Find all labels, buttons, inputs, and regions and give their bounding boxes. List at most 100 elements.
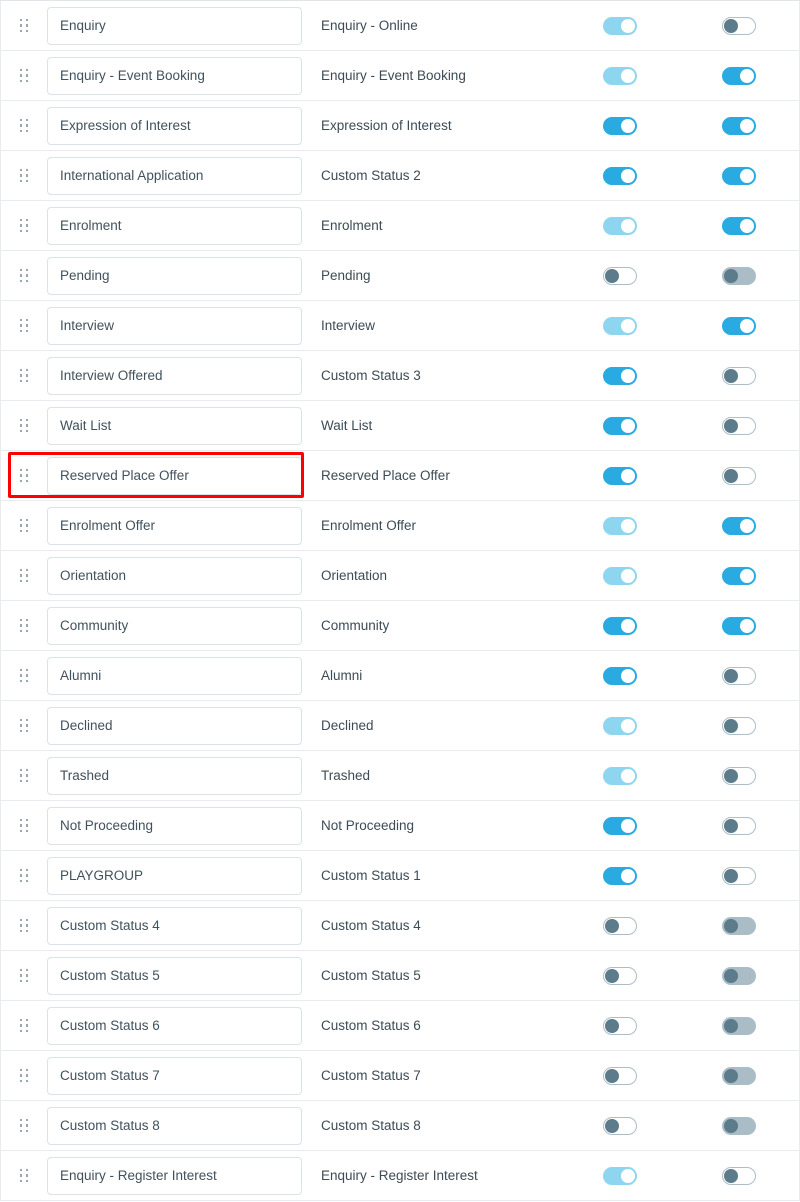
status-name-input[interactable] (47, 157, 302, 195)
drag-handle-icon[interactable] (20, 619, 29, 633)
drag-handle-cell[interactable] (1, 369, 47, 383)
status-name-input[interactable] (47, 357, 302, 395)
drag-handle-icon[interactable] (20, 469, 29, 483)
toggle-two-switch[interactable] (722, 317, 756, 335)
toggle-one-switch[interactable] (603, 467, 637, 485)
status-name-input[interactable] (47, 757, 302, 795)
toggle-two-switch[interactable] (722, 767, 756, 785)
drag-handle-icon[interactable] (20, 869, 29, 883)
toggle-two-switch[interactable] (722, 717, 756, 735)
drag-handle-icon[interactable] (20, 969, 29, 983)
drag-handle-icon[interactable] (20, 1169, 29, 1183)
toggle-one-switch[interactable] (603, 267, 637, 285)
status-name-input[interactable] (47, 207, 302, 245)
toggle-one-switch[interactable] (603, 867, 637, 885)
drag-handle-cell[interactable] (1, 569, 47, 583)
drag-handle-cell[interactable] (1, 469, 47, 483)
drag-handle-cell[interactable] (1, 619, 47, 633)
toggle-one-switch[interactable] (603, 117, 637, 135)
drag-handle-cell[interactable] (1, 419, 47, 433)
drag-handle-cell[interactable] (1, 769, 47, 783)
drag-handle-cell[interactable] (1, 1169, 47, 1183)
status-name-input[interactable] (47, 307, 302, 345)
toggle-one-switch[interactable] (603, 1117, 637, 1135)
drag-handle-icon[interactable] (20, 519, 29, 533)
status-name-input[interactable] (47, 1157, 302, 1195)
drag-handle-icon[interactable] (20, 919, 29, 933)
status-name-input[interactable] (47, 57, 302, 95)
drag-handle-icon[interactable] (20, 119, 29, 133)
status-name-input[interactable] (47, 1107, 302, 1145)
toggle-one-switch[interactable] (603, 917, 637, 935)
drag-handle-cell[interactable] (1, 1019, 47, 1033)
drag-handle-icon[interactable] (20, 569, 29, 583)
drag-handle-icon[interactable] (20, 1119, 29, 1133)
drag-handle-cell[interactable] (1, 869, 47, 883)
toggle-one-switch[interactable] (603, 367, 637, 385)
drag-handle-icon[interactable] (20, 1019, 29, 1033)
drag-handle-icon[interactable] (20, 419, 29, 433)
toggle-two-switch[interactable] (722, 667, 756, 685)
drag-handle-cell[interactable] (1, 69, 47, 83)
drag-handle-icon[interactable] (20, 669, 29, 683)
toggle-two-switch[interactable] (722, 567, 756, 585)
toggle-one-switch[interactable] (603, 617, 637, 635)
status-name-input[interactable] (47, 1057, 302, 1095)
status-name-input[interactable] (47, 807, 302, 845)
drag-handle-icon[interactable] (20, 19, 29, 33)
toggle-one-switch[interactable] (603, 417, 637, 435)
drag-handle-icon[interactable] (20, 769, 29, 783)
status-name-input[interactable] (47, 457, 302, 495)
status-name-input[interactable] (47, 507, 302, 545)
toggle-one-switch[interactable] (603, 1067, 637, 1085)
toggle-two-switch[interactable] (722, 167, 756, 185)
status-name-input[interactable] (47, 657, 302, 695)
drag-handle-cell[interactable] (1, 19, 47, 33)
drag-handle-icon[interactable] (20, 319, 29, 333)
drag-handle-icon[interactable] (20, 219, 29, 233)
toggle-one-switch[interactable] (603, 817, 637, 835)
status-name-input[interactable] (47, 407, 302, 445)
toggle-two-switch[interactable] (722, 17, 756, 35)
drag-handle-cell[interactable] (1, 1069, 47, 1083)
toggle-two-switch[interactable] (722, 117, 756, 135)
toggle-two-switch[interactable] (722, 67, 756, 85)
drag-handle-icon[interactable] (20, 169, 29, 183)
status-name-input[interactable] (47, 607, 302, 645)
status-name-input[interactable] (47, 107, 302, 145)
toggle-one-switch[interactable] (603, 167, 637, 185)
drag-handle-icon[interactable] (20, 369, 29, 383)
drag-handle-icon[interactable] (20, 69, 29, 83)
status-name-input[interactable] (47, 957, 302, 995)
toggle-two-switch[interactable] (722, 367, 756, 385)
status-name-input[interactable] (47, 7, 302, 45)
toggle-two-switch[interactable] (722, 417, 756, 435)
drag-handle-cell[interactable] (1, 169, 47, 183)
drag-handle-cell[interactable] (1, 719, 47, 733)
drag-handle-cell[interactable] (1, 269, 47, 283)
drag-handle-cell[interactable] (1, 119, 47, 133)
drag-handle-icon[interactable] (20, 819, 29, 833)
toggle-one-switch[interactable] (603, 667, 637, 685)
drag-handle-cell[interactable] (1, 1119, 47, 1133)
toggle-two-switch[interactable] (722, 617, 756, 635)
status-name-input[interactable] (47, 857, 302, 895)
toggle-two-switch[interactable] (722, 517, 756, 535)
drag-handle-cell[interactable] (1, 969, 47, 983)
status-name-input[interactable] (47, 907, 302, 945)
drag-handle-icon[interactable] (20, 1069, 29, 1083)
status-name-input[interactable] (47, 557, 302, 595)
drag-handle-cell[interactable] (1, 919, 47, 933)
drag-handle-cell[interactable] (1, 319, 47, 333)
status-name-input[interactable] (47, 707, 302, 745)
drag-handle-icon[interactable] (20, 269, 29, 283)
toggle-one-switch[interactable] (603, 967, 637, 985)
status-name-input[interactable] (47, 1007, 302, 1045)
drag-handle-cell[interactable] (1, 519, 47, 533)
toggle-two-switch[interactable] (722, 817, 756, 835)
status-name-input[interactable] (47, 257, 302, 295)
toggle-two-switch[interactable] (722, 467, 756, 485)
drag-handle-cell[interactable] (1, 219, 47, 233)
drag-handle-icon[interactable] (20, 719, 29, 733)
toggle-two-switch[interactable] (722, 217, 756, 235)
